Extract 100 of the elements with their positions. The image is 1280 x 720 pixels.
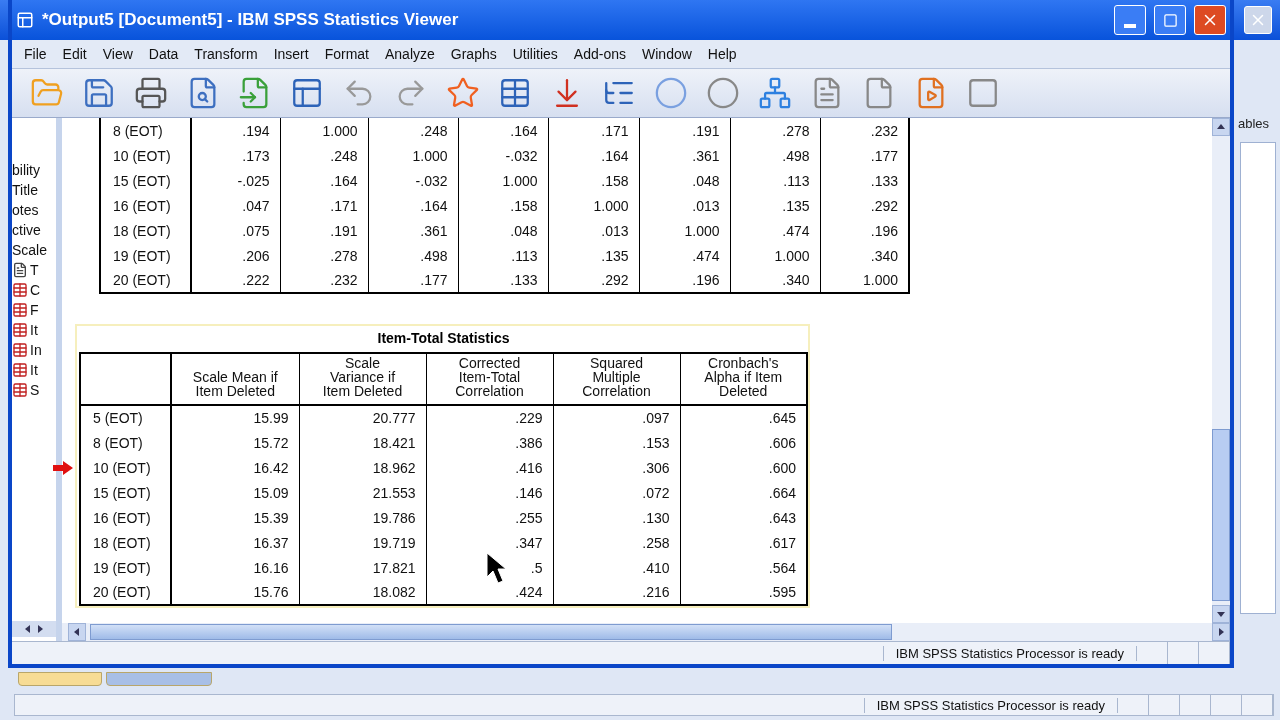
maximize-button[interactable]: [1154, 5, 1186, 35]
table-cell: .617: [680, 530, 807, 555]
outline-item[interactable]: C: [30, 282, 41, 298]
outline-item[interactable]: S: [30, 382, 40, 398]
table-cell: 18.421: [299, 430, 426, 455]
table-icon[interactable]: [498, 76, 532, 110]
table-cell: .113: [730, 168, 820, 193]
horizontal-scrollbar[interactable]: [62, 623, 1230, 641]
down-arrow-icon[interactable]: [1217, 610, 1225, 618]
vertical-scrollbar[interactable]: [1212, 118, 1230, 623]
table-icon: [12, 342, 28, 358]
table-cell: .248: [368, 118, 458, 143]
table-cell: .361: [368, 218, 458, 243]
table-cell: .498: [368, 243, 458, 268]
outline-item[interactable]: otes: [12, 202, 39, 218]
table-cell: .258: [553, 530, 680, 555]
table-cell: -.032: [458, 143, 548, 168]
star-icon[interactable]: [446, 76, 480, 110]
table-cell: 18.082: [299, 580, 426, 605]
menu-item[interactable]: Add-ons: [565, 46, 634, 62]
left-arrow-icon[interactable]: [24, 625, 32, 633]
table-cell: .278: [730, 118, 820, 143]
outline-item[interactable]: In: [30, 342, 42, 358]
table-cell: .564: [680, 555, 807, 580]
table-cell: 15.99: [171, 405, 299, 430]
table-cell: 1.000: [458, 168, 548, 193]
data-window-icon[interactable]: [290, 76, 324, 110]
table-cell: .196: [639, 268, 730, 293]
table-cell: .643: [680, 505, 807, 530]
panel-tab[interactable]: ables: [1238, 116, 1270, 131]
table-cell: .048: [458, 218, 548, 243]
table-cell: 15.72: [171, 430, 299, 455]
menu-item[interactable]: Insert: [265, 46, 317, 62]
circle-icon[interactable]: [706, 76, 740, 110]
table-cell: 1.000: [820, 268, 909, 293]
menu-item[interactable]: Help: [699, 46, 745, 62]
right-arrow-icon[interactable]: [1217, 628, 1225, 636]
menu-item[interactable]: Transform: [186, 46, 266, 62]
left-arrow-icon[interactable]: [73, 628, 81, 636]
outline-item[interactable]: It: [30, 362, 38, 378]
table-cell: .340: [820, 243, 909, 268]
menu-item[interactable]: Edit: [54, 46, 95, 62]
print-icon[interactable]: [134, 76, 168, 110]
window-title: *Output5 [Document5] - IBM SPSS Statistics Viewer: [42, 10, 460, 30]
menu-item[interactable]: Analyze: [377, 46, 443, 62]
table-cell: 15.76: [171, 580, 299, 605]
table-cell: 16.16: [171, 555, 299, 580]
table-cell: .072: [553, 480, 680, 505]
menu-item[interactable]: View: [94, 46, 141, 62]
box-icon[interactable]: [966, 76, 1000, 110]
table-cell: 20.777: [299, 405, 426, 430]
table-cell: .171: [548, 118, 639, 143]
table-icon: [12, 322, 28, 338]
row-label: 20 (EOT): [80, 580, 171, 605]
table-cell: .216: [553, 580, 680, 605]
save-icon[interactable]: [82, 76, 116, 110]
column-header: Cronbach's Alpha if Item Deleted: [680, 353, 807, 405]
table-cell: .191: [639, 118, 730, 143]
table-cell: .292: [820, 193, 909, 218]
right-arrow-icon[interactable]: [36, 625, 44, 633]
outline-item[interactable]: ctive: [12, 222, 41, 238]
row-label: 19 (EOT): [80, 555, 171, 580]
menu-item[interactable]: Data: [140, 46, 187, 62]
table-cell: -.025: [191, 168, 280, 193]
minimize-button[interactable]: [1114, 5, 1146, 35]
table-cell: .386: [426, 430, 553, 455]
outline-item[interactable]: T: [30, 262, 39, 278]
table-cell: .424: [426, 580, 553, 605]
row-label: 10 (EOT): [80, 455, 171, 480]
table-cell: .278: [280, 243, 368, 268]
outline-item[interactable]: bility: [12, 162, 40, 178]
table-cell: .164: [280, 168, 368, 193]
table-cell: 21.553: [299, 480, 426, 505]
row-label: 16 (EOT): [100, 193, 191, 218]
table-cell: 18.962: [299, 455, 426, 480]
outline-item[interactable]: Scale: [12, 242, 48, 258]
menu-item[interactable]: Graphs: [442, 46, 505, 62]
table-cell: .164: [548, 143, 639, 168]
menu-item[interactable]: File: [16, 46, 55, 62]
table-cell: .5: [426, 555, 553, 580]
tree-icon[interactable]: [758, 76, 792, 110]
table-cell: .306: [553, 455, 680, 480]
menu-item[interactable]: Window: [634, 46, 700, 62]
row-label: 19 (EOT): [100, 243, 191, 268]
table-cell: 19.719: [299, 530, 426, 555]
table-cell: 16.42: [171, 455, 299, 480]
circle-icon[interactable]: [654, 76, 688, 110]
scrollbar[interactable]: [12, 621, 56, 637]
table-icon: [12, 362, 28, 378]
up-arrow-icon[interactable]: [1217, 123, 1225, 131]
table-cell: .113: [458, 243, 548, 268]
table-cell: .416: [426, 455, 553, 480]
table-cell: .232: [820, 118, 909, 143]
outline-item[interactable]: F: [30, 302, 39, 318]
close-button[interactable]: [1194, 5, 1226, 35]
menu-item[interactable]: Format: [316, 46, 377, 62]
outline-item[interactable]: Title: [12, 182, 38, 198]
outline-item[interactable]: It: [30, 322, 38, 338]
row-label: 5 (EOT): [80, 405, 171, 430]
menu-item[interactable]: Utilities: [504, 46, 566, 62]
